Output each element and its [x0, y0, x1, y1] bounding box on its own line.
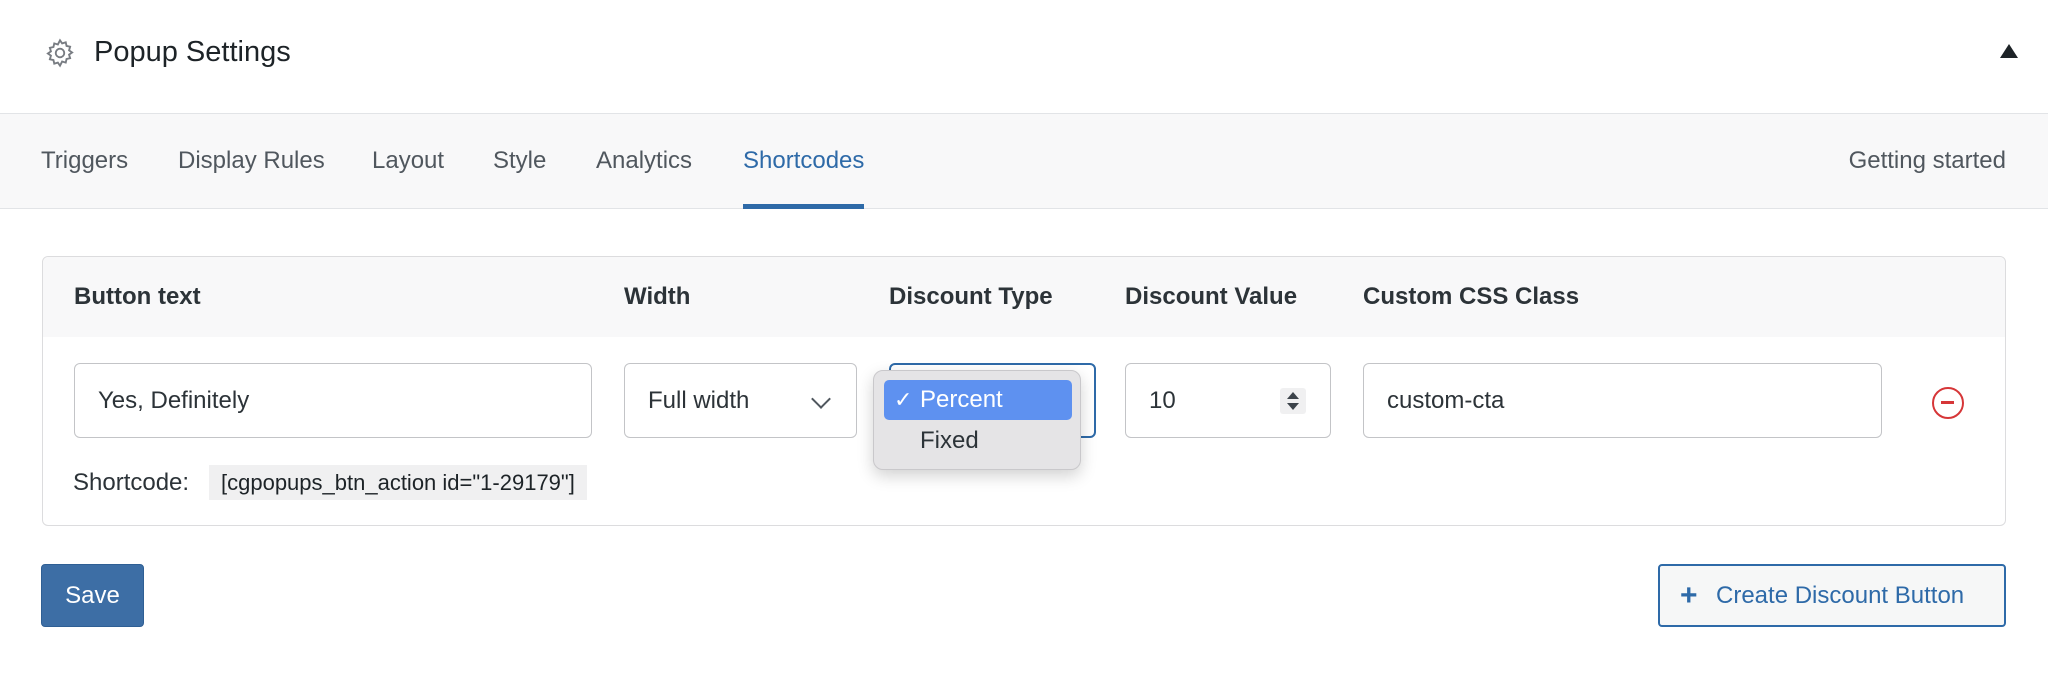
discount-value-input[interactable]: 10	[1125, 363, 1331, 438]
shortcode-value[interactable]: [cgpopups_btn_action id="1-29179"]	[209, 465, 587, 500]
width-select[interactable]: Full width	[624, 363, 857, 438]
settings-tabs: Triggers Display Rules Layout Style Anal…	[0, 114, 2048, 209]
page-title: Popup Settings	[94, 36, 291, 68]
option-label: Percent	[920, 386, 1003, 413]
gear-icon	[46, 38, 74, 68]
tab-shortcodes[interactable]: Shortcodes	[743, 114, 865, 209]
column-header-width: Width	[624, 283, 691, 310]
css-class-input[interactable]: custom-cta	[1363, 363, 1882, 438]
checkmark-icon: ✓	[894, 387, 913, 412]
tab-analytics[interactable]: Analytics	[596, 114, 692, 209]
plus-icon: +	[1680, 579, 1698, 612]
save-button[interactable]: Save	[41, 564, 144, 627]
discount-type-dropdown: ✓ Percent Fixed	[873, 370, 1081, 470]
tab-layout[interactable]: Layout	[372, 114, 444, 209]
stepper-up-icon[interactable]	[1287, 392, 1299, 399]
collapse-toggle-icon[interactable]	[2000, 44, 2018, 58]
settings-header: Popup Settings	[0, 0, 2048, 114]
column-header-button-text: Button text	[74, 283, 201, 310]
option-label: Fixed	[920, 427, 979, 454]
discount-value: 10	[1149, 387, 1176, 414]
column-header-css-class: Custom CSS Class	[1363, 283, 1580, 310]
create-discount-button-label: Create Discount Button	[1716, 582, 1965, 609]
column-header-discount-value: Discount Value	[1125, 283, 1298, 310]
shortcode-label: Shortcode:	[73, 469, 190, 496]
button-text-input[interactable]: Yes, Definitely	[74, 363, 592, 438]
tab-style[interactable]: Style	[493, 114, 546, 209]
dropdown-option-fixed[interactable]: Fixed	[884, 421, 1072, 461]
chevron-down-icon	[811, 389, 831, 409]
remove-row-icon[interactable]	[1932, 387, 1964, 419]
dropdown-option-percent[interactable]: ✓ Percent	[884, 380, 1072, 420]
stepper-down-icon[interactable]	[1287, 403, 1299, 410]
table-header: Button text Width Discount Type Discount…	[43, 257, 2005, 337]
create-discount-button[interactable]: + Create Discount Button	[1658, 564, 2006, 627]
column-header-discount-type: Discount Type	[889, 283, 1053, 310]
tab-display-rules[interactable]: Display Rules	[178, 114, 325, 209]
getting-started-link[interactable]: Getting started	[1849, 114, 2006, 209]
width-select-value: Full width	[648, 387, 750, 414]
number-stepper[interactable]	[1280, 388, 1306, 414]
tab-triggers[interactable]: Triggers	[41, 114, 128, 209]
